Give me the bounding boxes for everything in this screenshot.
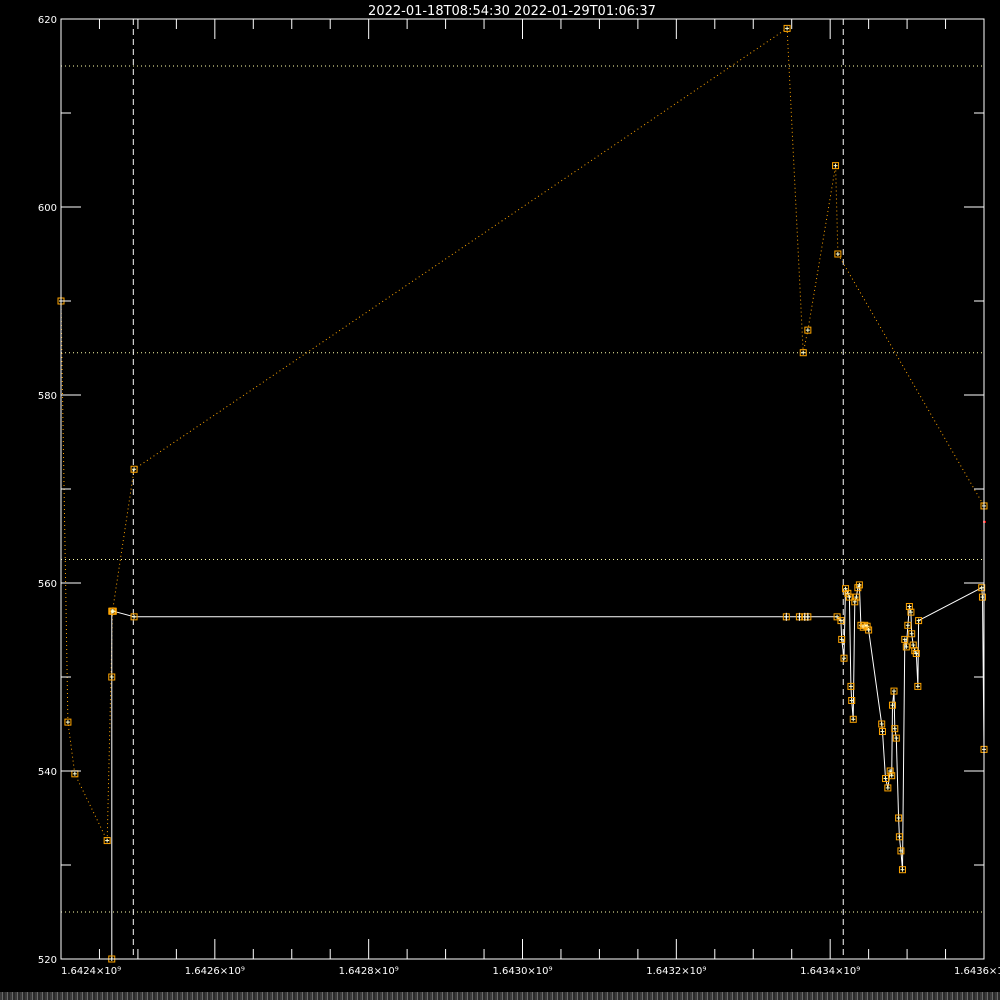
series-0-point-10	[834, 250, 842, 258]
ticks: 1.6424×10⁹ 1.6426×10⁹ 1.6428×10⁹ 1.6430×10⁹…	[38, 15, 1000, 977]
vertical-markers	[132, 19, 844, 959]
x-tick-label-6: 1.6436×10⁹	[954, 966, 1000, 977]
series-0-point-8	[804, 326, 812, 334]
plot-frame	[60, 18, 985, 960]
series-line-0	[60, 27, 985, 841]
y-tick-label-2: 560	[38, 579, 57, 590]
series-0-point-5	[130, 465, 138, 473]
x-tick-label-1: 1.6426×10⁹	[185, 966, 245, 977]
y-tick-label-0: 520	[38, 955, 57, 966]
series-0-point-3	[103, 837, 111, 845]
bottom-strip	[0, 992, 1000, 1000]
x-tick-label-2: 1.6428×10⁹	[339, 966, 399, 977]
series-line-1	[111, 583, 985, 959]
y-tick-label-3: 580	[38, 391, 57, 402]
series-layer	[57, 24, 988, 963]
x-tick-label-4: 1.6432×10⁹	[646, 966, 706, 977]
x-tick-label-5: 1.6434×10⁹	[800, 966, 860, 977]
series-0-point-2	[71, 770, 79, 778]
axes	[60, 18, 985, 960]
chart: 2022-01-18T08:54:30 2022-01-29T01:06:37 …	[38, 4, 1000, 977]
x-tick-label-3: 1.6430×10⁹	[492, 966, 552, 977]
y-tick-label-4: 600	[38, 203, 57, 214]
series-0-point-6	[783, 24, 791, 32]
chart-title: 2022-01-18T08:54:30 2022-01-29T01:06:37	[368, 4, 656, 19]
series-0-point-1	[64, 718, 72, 726]
x-tick-label-0: 1.6424×10⁹	[61, 966, 121, 977]
y-tick-label-5: 620	[38, 15, 57, 26]
y-tick-label-1: 540	[38, 767, 57, 778]
reference-lines	[61, 65, 984, 913]
